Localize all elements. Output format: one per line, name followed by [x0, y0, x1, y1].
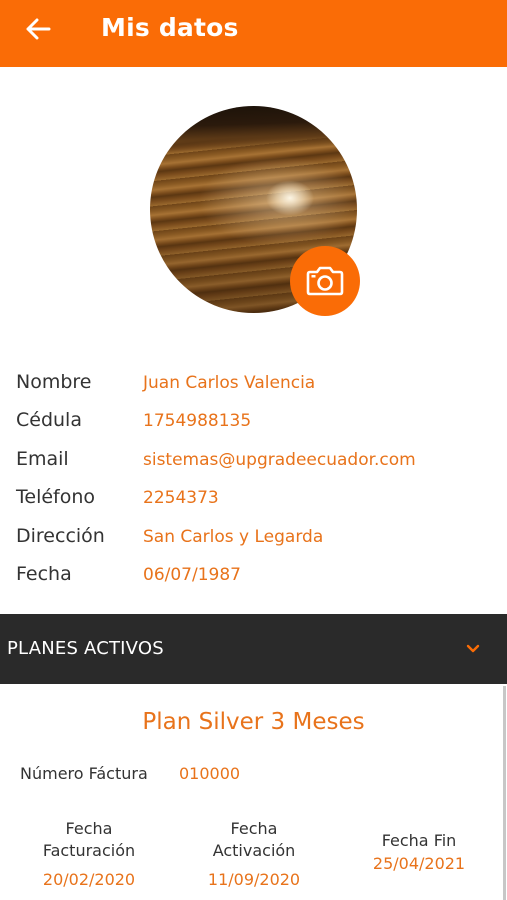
info-value: 1754988135	[143, 411, 252, 432]
arrow-left-icon	[26, 18, 51, 40]
info-label: Email	[16, 447, 69, 470]
end-date: Fecha Fin 25/04/2021	[349, 830, 489, 876]
invoice-value: 010000	[179, 764, 241, 783]
end-date-value: 25/04/2021	[372, 854, 466, 873]
app-bar: Mis datos	[0, 0, 507, 67]
plan-name: Plan Silver 3 Meses	[142, 709, 365, 735]
info-row-nombre: Nombre Juan Carlos Valencia	[16, 371, 496, 409]
personal-info-list: Nombre Juan Carlos Valencia Cédula 17549…	[16, 371, 496, 601]
profile-photo-container	[150, 106, 360, 316]
info-row-email: Email sistemas@upgradeecuador.com	[16, 448, 496, 486]
activation-date-label-line2: Activación	[212, 841, 296, 860]
info-value: sistemas@upgradeecuador.com	[143, 449, 416, 470]
info-row-cedula: Cédula 1754988135	[16, 409, 496, 447]
invoice-label: Número Fáctura	[20, 764, 148, 783]
billing-date-label-line2: Facturación	[42, 841, 136, 860]
active-plans-title: PLANES ACTIVOS	[7, 638, 164, 659]
info-value: 2254373	[143, 488, 219, 509]
scrollbar[interactable]	[503, 686, 506, 900]
change-photo-button[interactable]	[290, 246, 360, 316]
info-value: San Carlos y Legarda	[143, 526, 324, 547]
chevron-down-icon	[464, 640, 482, 658]
info-value: Juan Carlos Valencia	[143, 373, 316, 393]
info-label: Dirección	[16, 524, 105, 547]
billing-date: Fecha Facturación 20/02/2020	[19, 818, 159, 892]
plan-card: Plan Silver 3 Meses Número Fáctura 01000…	[0, 684, 507, 900]
info-row-fecha: Fecha 06/07/1987	[16, 563, 496, 601]
end-date-label: Fecha Fin	[381, 831, 457, 850]
info-row-telefono: Teléfono 2254373	[16, 486, 496, 524]
info-value: 06/07/1987	[143, 564, 241, 585]
info-label: Nombre	[16, 371, 92, 393]
active-plans-toggle[interactable]: PLANES ACTIVOS	[0, 614, 507, 684]
activation-date-label-line1: Fecha	[230, 819, 278, 838]
info-label: Teléfono	[16, 486, 96, 509]
activation-date-value: 11/09/2020	[207, 870, 301, 889]
page-title: Mis datos	[101, 13, 239, 42]
billing-date-label-line1: Fecha	[65, 819, 113, 838]
back-button[interactable]	[20, 14, 56, 44]
camera-icon	[306, 266, 344, 296]
info-row-direccion: Dirección San Carlos y Legarda	[16, 525, 496, 563]
activation-date: Fecha Activación 11/09/2020	[184, 818, 324, 892]
info-label: Fecha	[16, 562, 72, 585]
info-label: Cédula	[16, 409, 82, 432]
billing-date-value: 20/02/2020	[42, 870, 136, 889]
